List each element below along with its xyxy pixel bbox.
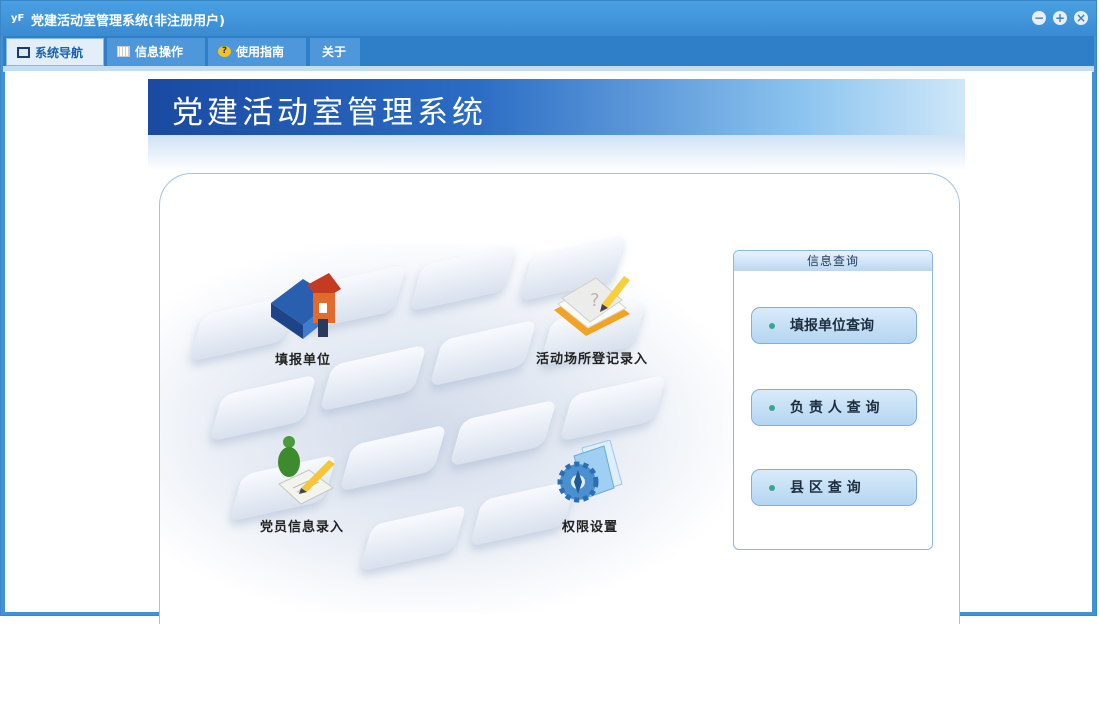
gear-folder-icon: [557, 439, 623, 503]
notebook-pencil-icon: ?: [554, 276, 630, 336]
info-query-title: 信息查询: [734, 251, 932, 271]
banner-strip: [148, 135, 965, 171]
tile-label: 填报单位: [274, 353, 331, 368]
key-shape: [559, 374, 667, 442]
tile-label: 权限设置: [561, 520, 618, 535]
key-shape: [409, 244, 517, 312]
banner-title: 党建活动室管理系统: [172, 95, 487, 131]
key-shape: [449, 399, 557, 467]
app-logo-icon: yF: [11, 13, 25, 24]
tab-system-navigation[interactable]: 系统导航: [6, 38, 104, 66]
tab-about[interactable]: 关于: [310, 38, 360, 66]
button-label: 县 区 查 询: [790, 480, 861, 496]
tab-label: 关于: [322, 45, 347, 59]
monitor-icon: [17, 47, 30, 58]
person-pencil-icon: [278, 436, 335, 505]
tab-user-guide[interactable]: ? 使用指南: [208, 38, 306, 66]
bullet-icon: [769, 323, 775, 329]
tile-label: 活动场所登记录入: [535, 352, 648, 367]
house-book-icon: [271, 273, 341, 339]
bullet-icon: [769, 485, 775, 491]
tile-venue-registration[interactable]: ? 活动场所登记录入: [522, 266, 662, 367]
query-person-in-charge-button[interactable]: 负 责 人 查 询: [751, 389, 917, 426]
tile-member-info[interactable]: 党员信息录入: [247, 432, 357, 535]
help-icon: ?: [218, 46, 231, 57]
tab-label: 系统导航: [35, 46, 84, 60]
minimize-icon[interactable]: −: [1032, 11, 1046, 25]
tab-label: 信息操作: [135, 45, 184, 59]
title-bar: yF 党建活动室管理系统(非注册用户) − + ×: [1, 1, 1096, 36]
bullet-icon: [769, 405, 775, 411]
query-district-button[interactable]: 县 区 查 询: [751, 469, 917, 506]
tile-permission-settings[interactable]: 权限设置: [545, 439, 635, 535]
button-label: 填报单位查询: [790, 318, 874, 334]
query-fill-unit-button[interactable]: 填报单位查询: [751, 307, 917, 344]
close-icon[interactable]: ×: [1074, 11, 1088, 25]
main-content: 党建活动室管理系统 填报单位 ? 活动场所登记录入 党员信息录入 权限设置 信息…: [5, 71, 1092, 624]
info-query-box: 信息查询 填报单位查询 负 责 人 查 询 县 区 查 询: [733, 250, 933, 550]
maximize-icon[interactable]: +: [1053, 11, 1067, 25]
key-shape: [359, 504, 467, 572]
window-title: 党建活动室管理系统(非注册用户): [31, 14, 225, 29]
menu-bar: 系统导航 信息操作 ? 使用指南 关于: [3, 36, 1094, 66]
key-shape: [429, 319, 537, 387]
tile-fill-unit[interactable]: 填报单位: [248, 269, 358, 368]
tab-label: 使用指南: [236, 45, 285, 59]
grid-icon: [117, 46, 130, 57]
banner: 党建活动室管理系统: [148, 79, 965, 135]
tab-info-operations[interactable]: 信息操作: [107, 38, 205, 66]
tile-label: 党员信息录入: [259, 520, 344, 535]
svg-text:?: ?: [590, 290, 600, 311]
button-label: 负 责 人 查 询: [790, 400, 880, 416]
